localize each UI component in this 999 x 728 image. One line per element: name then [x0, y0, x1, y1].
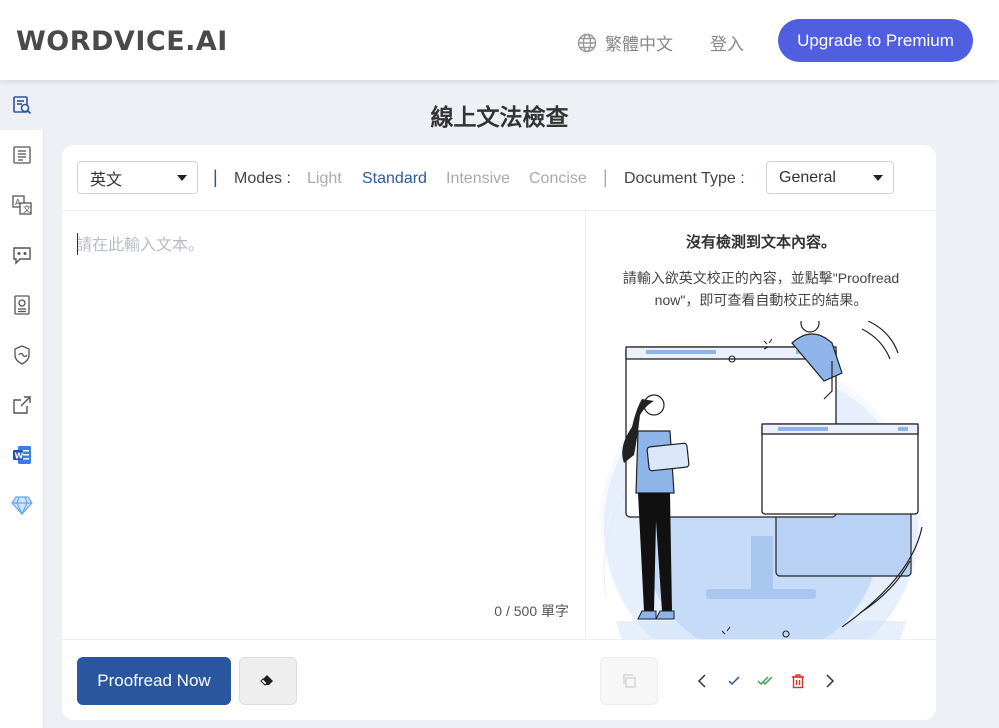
- sidebar-item-paraphrase[interactable]: [0, 130, 44, 180]
- sidebar-item-translate[interactable]: A文: [0, 180, 44, 230]
- svg-text:W: W: [15, 452, 24, 461]
- sidebar-item-ai-detector[interactable]: [0, 330, 44, 380]
- chevron-right-icon: [826, 674, 835, 688]
- empty-result-description: 請輸入欲英文校正的內容，並點擊"Proofread now"，即可查看自動校正的…: [622, 270, 900, 308]
- input-pane: 0 / 500 單字: [62, 211, 586, 639]
- ai-detector-icon: [14, 345, 30, 365]
- translate-icon: A文: [12, 195, 32, 215]
- tool-sidebar: A文 W: [0, 80, 44, 728]
- sidebar-item-word-addin[interactable]: W: [0, 430, 44, 480]
- document-type-select[interactable]: General: [766, 161, 894, 194]
- word-addin-icon: W: [13, 446, 31, 464]
- divider: |: [603, 167, 608, 187]
- modes-label: Modes :: [234, 170, 291, 187]
- accept-suggestion-button[interactable]: [724, 671, 744, 691]
- next-suggestion-button[interactable]: [820, 671, 840, 691]
- sidebar-item-premium[interactable]: [0, 480, 44, 530]
- chat-icon: [13, 247, 31, 265]
- document-type-value: General: [779, 168, 836, 186]
- language-switcher[interactable]: 繁體中文: [577, 30, 673, 55]
- sidebar-item-external-link[interactable]: [0, 380, 44, 430]
- chevron-down-icon: [177, 174, 187, 181]
- language-select-value: 英文: [90, 171, 123, 189]
- text-cursor: [77, 233, 78, 255]
- accept-all-button[interactable]: [756, 671, 776, 691]
- premium-diamond-icon: [11, 496, 33, 516]
- language-label: 繁體中文: [605, 35, 673, 54]
- svg-text:A: A: [15, 198, 21, 207]
- empty-state-illustration: [601, 321, 923, 639]
- options-toolbar: 英文 | Modes : Light Standard Intensive Co…: [62, 145, 936, 211]
- text-input[interactable]: [76, 231, 566, 591]
- sidebar-item-summary[interactable]: [0, 280, 44, 330]
- divider: |: [213, 167, 218, 187]
- action-bar: Proofread Now: [62, 639, 936, 720]
- mode-standard[interactable]: Standard: [362, 170, 427, 188]
- double-check-icon: [757, 676, 773, 686]
- login-link[interactable]: 登入: [710, 30, 744, 55]
- summary-icon: [14, 295, 30, 315]
- copy-icon: [623, 674, 636, 688]
- chevron-down-icon: [873, 174, 883, 181]
- mode-concise[interactable]: Concise: [529, 170, 587, 188]
- language-select[interactable]: 英文: [77, 161, 198, 194]
- proofread-now-button[interactable]: Proofread Now: [77, 657, 231, 705]
- empty-result-title: 沒有檢測到文本內容。: [685, 234, 836, 251]
- globe-icon: [577, 33, 597, 52]
- document-type-label: Document Type :: [624, 170, 745, 187]
- trash-icon: [792, 674, 804, 689]
- mode-intensive[interactable]: Intensive: [446, 170, 510, 188]
- delete-suggestion-button[interactable]: [788, 671, 808, 691]
- svg-text:文: 文: [23, 204, 31, 214]
- external-link-icon: [13, 396, 31, 414]
- copy-result-button[interactable]: [600, 657, 658, 705]
- word-count: 0 / 500 單字: [494, 603, 569, 619]
- paraphrase-icon: [13, 146, 31, 164]
- grammar-checker-card: 英文 | Modes : Light Standard Intensive Co…: [62, 145, 936, 720]
- sidebar-item-chat[interactable]: [0, 230, 44, 280]
- check-icon: [728, 676, 740, 686]
- wordvice-logo[interactable]: WORDVICE.AI: [16, 26, 228, 57]
- result-pane: 沒有檢測到文本內容。 請輸入欲英文校正的內容，並點擊"Proofread now…: [586, 211, 936, 639]
- clear-text-button[interactable]: [239, 657, 297, 705]
- upgrade-premium-button[interactable]: Upgrade to Premium: [778, 19, 973, 62]
- page-title: 線上文法檢查: [430, 104, 569, 130]
- chevron-left-icon: [697, 674, 706, 688]
- previous-suggestion-button[interactable]: [692, 671, 712, 691]
- top-header: WORDVICE.AI 繁體中文 登入 Upgrade to Premium: [0, 0, 999, 80]
- eraser-icon: [260, 675, 273, 686]
- mode-light[interactable]: Light: [307, 170, 342, 188]
